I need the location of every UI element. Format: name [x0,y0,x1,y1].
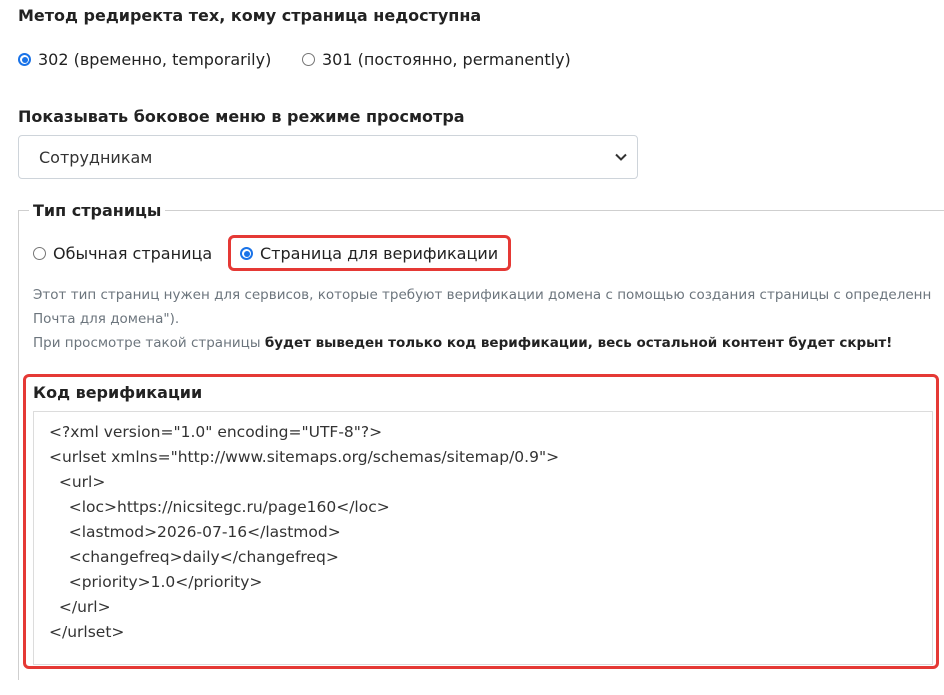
radio-regular-page[interactable]: Обычная страница [33,244,212,263]
redirect-method-label: Метод редиректа тех, кому страница недос… [18,6,482,25]
radio-regular-page-label: Обычная страница [53,244,213,263]
sidebar-menu-selected: Сотрудникам [39,147,153,167]
help-text-line-2: Почта для домена"). [33,311,180,327]
verification-code-label: Код верификации [33,383,203,402]
radio-301[interactable]: 301 (постоянно, permanently) [302,50,571,69]
chevron-down-icon [615,153,627,161]
sidebar-menu-select[interactable]: Сотрудникам [18,135,638,179]
radio-verification-page-control[interactable] [240,247,253,260]
code-line: <url> [49,473,106,491]
code-line: <lastmod>2026-07-16</lastmod> [49,523,341,541]
radio-verification-page-label: Страница для верификации [260,244,499,263]
code-line: <loc>https://nicsitegc.ru/page160</loc> [49,498,390,516]
code-line: <priority>1.0</priority> [49,573,263,591]
code-line: </url> [49,598,111,616]
radio-verification-page[interactable]: Страница для верификации [240,244,498,263]
code-line: <changefreq>daily</changefreq> [49,548,339,566]
radio-302-control[interactable] [18,53,31,66]
radio-302-label: 302 (временно, temporarily) [38,50,272,69]
help-text-line-3: При просмотре такой страницы будет вывед… [33,331,892,355]
radio-regular-page-control[interactable] [33,247,46,260]
radio-301-control[interactable] [302,53,315,66]
code-line: <urlset xmlns="http://www.sitemaps.org/s… [49,448,560,466]
code-line: <?xml version="1.0" encoding="UTF-8"?> [49,423,383,441]
verification-code-textarea[interactable]: <?xml version="1.0" encoding="UTF-8"?> <u… [33,411,933,665]
verification-code-content: <?xml version="1.0" encoding="UTF-8"?> <u… [49,420,559,645]
help-text-warning: будет выведен только код верификации, ве… [264,335,893,351]
sidebar-menu-label: Показывать боковое меню в режиме просмот… [18,107,465,126]
help-text-prefix: При просмотре такой страницы [33,335,265,351]
code-line: </urlset> [49,623,125,641]
radio-302[interactable]: 302 (временно, temporarily) [18,50,271,69]
radio-301-label: 301 (постоянно, permanently) [322,50,571,69]
help-text-line-1: Этот тип страниц нужен для сервисов, кот… [33,287,932,303]
page-type-legend: Тип страницы [29,201,166,220]
